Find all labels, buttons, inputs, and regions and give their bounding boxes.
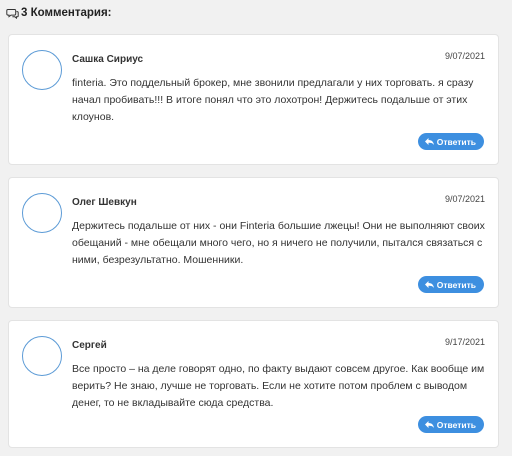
comment-card: Олег Шевкун 9/07/2021 Держитесь подальше… xyxy=(8,177,499,308)
comment-author: Сашка Сириус xyxy=(72,54,144,65)
reply-label: Ответить xyxy=(436,419,476,430)
comment-text: finteria. Это поддельный брокер, мне зво… xyxy=(72,77,474,123)
comment-author: Олег Шевкун xyxy=(72,197,137,208)
avatar xyxy=(22,193,62,233)
comment-author: Сергей xyxy=(72,340,107,351)
reply-arrow-icon xyxy=(424,281,434,288)
comments-header: 3 Комментария: xyxy=(6,7,112,19)
reply-arrow-icon xyxy=(424,138,434,145)
comment-date: 9/07/2021 xyxy=(444,194,485,204)
comment-date: 9/17/2021 xyxy=(444,337,485,347)
reply-label: Ответить xyxy=(436,136,476,147)
reply-arrow-icon xyxy=(424,421,434,428)
comments-count-label: 3 Комментария: xyxy=(21,7,112,19)
comment-text: Держитесь подальше от них - они Finteria… xyxy=(72,220,485,266)
comment-card: Сашка Сириус 9/07/2021 finteria. Это под… xyxy=(8,34,499,165)
avatar xyxy=(22,336,62,376)
reply-button[interactable]: Ответить xyxy=(417,416,484,433)
reply-label: Ответить xyxy=(436,279,476,290)
avatar xyxy=(22,50,62,90)
reply-button[interactable]: Ответить xyxy=(417,276,484,293)
comment-text: Все просто – на деле говорят одно, по фа… xyxy=(72,363,485,409)
comments-icon xyxy=(6,8,19,19)
comment-card: Сергей 9/17/2021 Все просто – на деле го… xyxy=(8,320,499,448)
comment-date: 9/07/2021 xyxy=(444,51,485,61)
reply-button[interactable]: Ответить xyxy=(417,133,484,150)
